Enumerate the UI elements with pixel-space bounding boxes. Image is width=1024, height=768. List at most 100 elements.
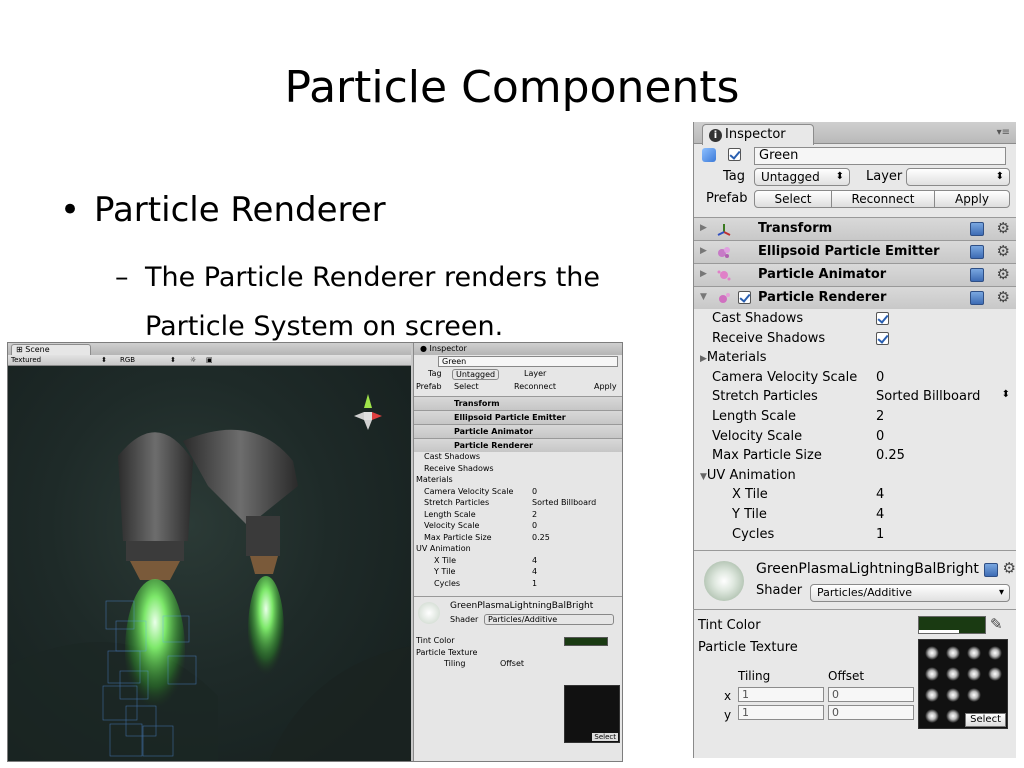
scene-viewport[interactable] — [8, 366, 411, 761]
eyedropper-icon[interactable]: ✎ — [990, 615, 1003, 633]
component-ellipsoid-particle-emitter[interactable]: ▶ Ellipsoid Particle Emitter ⚙ — [694, 240, 1016, 263]
offset-y-field[interactable]: 0 — [828, 705, 914, 720]
prop-x-tile[interactable]: X Tile 4 — [694, 485, 1016, 505]
prop-camera-velocity-scale[interactable]: Camera Velocity Scale 0 — [694, 368, 1016, 388]
tint-color-swatch[interactable] — [918, 616, 986, 634]
mini-component-transform[interactable]: Transform — [414, 396, 622, 410]
offset-label: Offset — [828, 669, 865, 683]
tiling-x-field[interactable]: 1 — [738, 687, 824, 702]
mini-tag-dropdown[interactable]: Untagged — [452, 369, 500, 380]
mini-reconnect-button[interactable]: Reconnect — [514, 382, 556, 391]
help-icon[interactable] — [970, 245, 984, 259]
gear-icon[interactable]: ⚙ — [997, 265, 1010, 283]
prop-materials[interactable]: ▶Materials — [694, 348, 1016, 368]
gear-icon[interactable]: ⚙ — [997, 219, 1010, 237]
prop-value[interactable]: 4 — [876, 507, 884, 522]
scene-gizmo[interactable] — [354, 394, 382, 430]
prop-max-particle-size[interactable]: Max Particle Size 0.25 — [694, 446, 1016, 466]
tab-inspector-mini[interactable]: Inspector — [430, 344, 467, 353]
prefab-apply-button[interactable]: Apply — [934, 190, 1010, 208]
collapsed-triangle-icon[interactable]: ▶ — [700, 223, 707, 233]
tab-inspector[interactable]: i Inspector — [702, 124, 814, 145]
prop-velocity-scale[interactable]: Velocity Scale 0 — [694, 427, 1016, 447]
mini-texture-select[interactable]: Select — [592, 733, 618, 741]
gear-icon[interactable]: ⚙ — [997, 242, 1010, 260]
help-icon[interactable] — [970, 291, 984, 305]
sun-icon[interactable]: ☼ — [190, 355, 196, 366]
tag-dropdown[interactable]: Untagged ⬍ — [754, 168, 850, 186]
texture-select-button[interactable]: Select — [965, 713, 1006, 727]
help-icon[interactable] — [970, 222, 984, 236]
cast-shadows-checkbox[interactable] — [876, 312, 889, 325]
collapsed-triangle-icon[interactable]: ▶ — [700, 246, 707, 256]
component-particle-renderer[interactable]: ▼ Particle Renderer ⚙ — [694, 286, 1016, 309]
tag-layer-row: Tag Untagged ⬍ Layer ⬍ — [694, 166, 1016, 188]
gameobject-name-field[interactable]: Green — [754, 147, 1006, 165]
shader-dropdown[interactable]: Particles/Additive ▾ — [810, 584, 1010, 603]
renderer-enabled-checkbox[interactable] — [738, 291, 751, 304]
mini-prop-value[interactable]: 0 — [532, 521, 537, 530]
mini-name-field[interactable]: Green — [438, 356, 618, 367]
expanded-triangle-icon[interactable]: ▼ — [700, 472, 707, 482]
help-icon[interactable] — [984, 563, 998, 578]
mini-prop: Materials — [414, 475, 622, 487]
gear-icon[interactable]: ⚙ — [1003, 559, 1016, 577]
sub-bullet: – The Particle Renderer renders the Parti… — [115, 252, 715, 353]
mini-prop-value[interactable]: 2 — [532, 510, 537, 519]
stretch-particles-dropdown[interactable]: Sorted Billboard — [876, 389, 980, 404]
prop-uv-animation[interactable]: ▼UV Animation — [694, 466, 1016, 486]
channel-dropdown[interactable]: RGB ⬍ — [120, 355, 180, 366]
mini-component-emitter[interactable]: Ellipsoid Particle Emitter — [414, 410, 622, 424]
tab-scene[interactable]: ⊞ Scene — [11, 344, 91, 355]
mini-tint-swatch[interactable] — [564, 637, 608, 646]
mini-component-name: Ellipsoid Particle Emitter — [454, 413, 566, 422]
mini-prop-value[interactable]: 1 — [532, 579, 537, 588]
mini-shader-dropdown[interactable]: Particles/Additive — [484, 614, 614, 625]
component-particle-animator[interactable]: ▶ Particle Animator ⚙ — [694, 263, 1016, 286]
mini-prop-value[interactable]: 4 — [532, 556, 537, 565]
prop-value[interactable]: 0 — [876, 370, 884, 385]
mini-prop-value[interactable]: 0 — [532, 487, 537, 496]
layer-dropdown[interactable]: ⬍ — [906, 168, 1010, 186]
mini-prop-value[interactable]: 4 — [532, 567, 537, 576]
prop-value[interactable]: 0.25 — [876, 448, 905, 463]
offset-x-field[interactable]: 0 — [828, 687, 914, 702]
prop-value[interactable]: 4 — [876, 487, 884, 502]
collapsed-triangle-icon[interactable]: ▶ — [700, 269, 707, 279]
mini-component-renderer[interactable]: Particle Renderer — [414, 438, 622, 452]
mini-texture-thumbnail[interactable]: Select — [564, 685, 620, 743]
expanded-triangle-icon[interactable]: ▼ — [700, 292, 707, 302]
thruster-body — [118, 432, 193, 541]
help-icon[interactable] — [970, 268, 984, 282]
render-mode-dropdown[interactable]: Textured ⬍ — [11, 355, 111, 366]
prop-value[interactable]: 0 — [876, 429, 884, 444]
prop-y-tile[interactable]: Y Tile 4 — [694, 505, 1016, 525]
prop-value[interactable]: 1 — [876, 527, 884, 542]
tiling-y-field[interactable]: 1 — [738, 705, 824, 720]
mini-select-button[interactable]: Select — [454, 382, 479, 391]
mini-prop-value[interactable]: Sorted Billboard — [532, 498, 596, 507]
mini-apply-button[interactable]: Apply — [594, 382, 617, 391]
tab-inspector-label: Inspector — [725, 127, 786, 142]
prefab-reconnect-button[interactable]: Reconnect — [831, 190, 935, 208]
prop-length-scale[interactable]: Length Scale 2 — [694, 407, 1016, 427]
panel-menu-icon[interactable]: ▾≡ — [997, 127, 1010, 138]
mini-prop-value[interactable]: 0.25 — [532, 533, 550, 542]
component-transform[interactable]: ▶ Transform ⚙ — [694, 217, 1016, 240]
prefab-select-button[interactable]: Select — [754, 190, 832, 208]
mini-prop: Cast Shadows — [414, 452, 622, 464]
particle-texture-thumbnail[interactable]: Select — [918, 639, 1008, 729]
prop-cycles[interactable]: Cycles 1 — [694, 525, 1016, 545]
gameobject-active-checkbox[interactable] — [728, 148, 741, 161]
collapsed-triangle-icon[interactable]: ▶ — [700, 354, 707, 364]
receive-shadows-checkbox[interactable] — [876, 331, 889, 345]
mini-component-animator[interactable]: Particle Animator — [414, 424, 622, 438]
prop-label: Length Scale — [712, 408, 796, 424]
prop-stretch-particles[interactable]: Stretch Particles Sorted Billboard ⬍ — [694, 387, 1016, 407]
prop-value[interactable]: 2 — [876, 409, 884, 424]
inspector-tabbar: i Inspector ▾≡ — [694, 122, 1016, 145]
tab-scene-label: Scene — [25, 345, 50, 354]
gear-icon[interactable]: ⚙ — [997, 288, 1010, 306]
image-icon[interactable]: ▣ — [206, 355, 213, 366]
prop-label: Velocity Scale — [712, 428, 803, 444]
